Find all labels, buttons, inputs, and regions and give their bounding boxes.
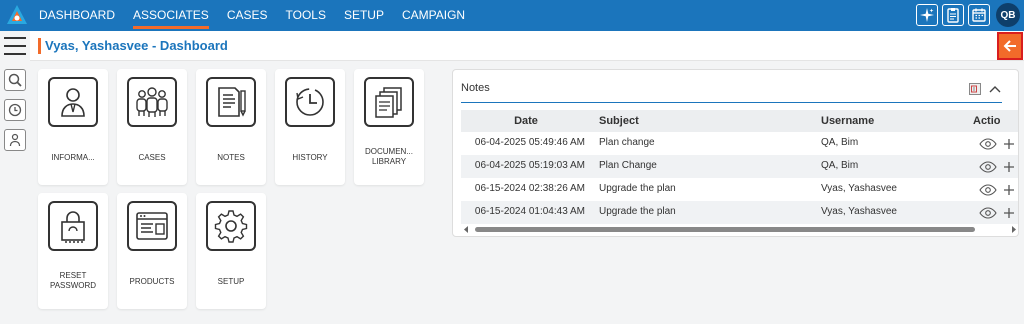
cell-actions: [965, 201, 1018, 224]
nav-dashboard[interactable]: DASHBOARD: [30, 0, 124, 31]
tile-label: HISTORY: [292, 153, 328, 162]
sparkle-icon[interactable]: [916, 4, 938, 26]
column-date[interactable]: Date: [461, 110, 591, 132]
view-eye-icon[interactable]: [979, 183, 997, 196]
notes-toolbar: [968, 82, 1002, 96]
left-sidebar: [0, 31, 30, 324]
arrow-left-icon: [1003, 40, 1016, 52]
nav-tools[interactable]: TOOLS: [277, 0, 335, 31]
nav-associates[interactable]: ASSOCIATES: [124, 0, 218, 31]
cell-username: QA, Bim: [821, 137, 859, 148]
nav-campaign[interactable]: CAMPAIGN: [393, 0, 474, 31]
notes-panel: Notes Date Subject Username Actio 06-04-…: [452, 69, 1019, 237]
tile-information[interactable]: INFORMA...: [38, 69, 108, 185]
add-plus-icon[interactable]: [1003, 161, 1015, 173]
tile-label: DOCUMEN... LIBRARY: [365, 147, 413, 166]
nav-setup[interactable]: SETUP: [335, 0, 393, 31]
scroll-right-arrow-icon[interactable]: [1011, 226, 1017, 233]
person-info-icon: [48, 77, 98, 127]
cell-subject: Plan Change: [599, 160, 657, 171]
cell-username: Vyas, Yashasvee: [821, 206, 897, 217]
cell-actions: [965, 178, 1018, 201]
tile-label: CASES: [138, 153, 166, 162]
table-row: 06-15-2024 01:04:43 AM Upgrade the plan …: [461, 201, 1018, 224]
cell-username: Vyas, Yashasvee: [821, 183, 897, 194]
notes-table: Date Subject Username Actio 06-04-2025 0…: [461, 110, 1018, 224]
table-header: Date Subject Username Actio: [461, 110, 1018, 132]
horizontal-scrollbar[interactable]: [461, 225, 1018, 233]
hamburger-menu-icon[interactable]: [4, 37, 26, 55]
cell-date: 06-15-2024 01:04:43 AM: [474, 206, 585, 217]
column-username[interactable]: Username: [817, 110, 965, 132]
history-icon[interactable]: [4, 99, 26, 121]
lock-icon: [48, 201, 98, 251]
notes-divider: [461, 102, 1002, 103]
notes-icon: [206, 77, 256, 127]
scrollbar-thumb[interactable]: [475, 227, 975, 232]
cell-subject: Upgrade the plan: [599, 206, 676, 217]
add-plus-icon[interactable]: [1003, 184, 1015, 196]
cell-username: QA, Bim: [821, 160, 859, 171]
notes-title: Notes: [461, 82, 490, 94]
view-eye-icon[interactable]: [979, 160, 997, 173]
scroll-left-arrow-icon[interactable]: [463, 226, 469, 233]
documents-icon: [364, 77, 414, 127]
calendar-icon[interactable]: [968, 4, 990, 26]
page-header: Vyas, Yashasvee - Dashboard: [30, 31, 1024, 61]
add-plus-icon[interactable]: [1003, 207, 1015, 219]
group-icon: [127, 77, 177, 127]
main-nav: DASHBOARD ASSOCIATES CASES TOOLS SETUP C…: [30, 0, 474, 31]
tile-label: INFORMA...: [51, 153, 95, 162]
table-row: 06-04-2025 05:49:46 AM Plan change QA, B…: [461, 132, 1018, 155]
cell-date: 06-04-2025 05:19:03 AM: [474, 160, 585, 171]
cell-subject: Plan change: [599, 137, 655, 148]
tile-cases[interactable]: CASES: [117, 69, 187, 185]
clock-icon: [285, 77, 335, 127]
column-actions: Actio: [973, 115, 1001, 127]
top-right-tools: QB: [916, 3, 1020, 27]
view-eye-icon[interactable]: [979, 206, 997, 219]
gear-icon: [206, 201, 256, 251]
tile-document-library[interactable]: DOCUMEN... LIBRARY: [354, 69, 424, 185]
cell-date: 06-15-2024 02:38:26 AM: [474, 183, 585, 194]
cell-subject: Upgrade the plan: [599, 183, 676, 194]
column-subject[interactable]: Subject: [591, 110, 817, 132]
title-accent-bar: [38, 38, 41, 54]
tile-products[interactable]: PRODUCTS: [117, 193, 187, 309]
collapse-chevron-icon[interactable]: [988, 82, 1002, 96]
tile-setup[interactable]: SETUP: [196, 193, 266, 309]
table-row: 06-15-2024 02:38:26 AM Upgrade the plan …: [461, 178, 1018, 201]
cell-date: 06-04-2025 05:49:46 AM: [474, 137, 585, 148]
tile-notes[interactable]: NOTES: [196, 69, 266, 185]
back-button[interactable]: [997, 32, 1023, 60]
top-navigation-bar: DASHBOARD ASSOCIATES CASES TOOLS SETUP C…: [0, 0, 1024, 31]
products-icon: [127, 201, 177, 251]
cell-actions: [965, 132, 1018, 155]
tile-label: SETUP: [217, 277, 245, 286]
clipboard-icon[interactable]: [942, 4, 964, 26]
tile-label: RESET PASSWORD: [49, 271, 97, 290]
user-avatar[interactable]: QB: [996, 3, 1020, 27]
tile-history[interactable]: HISTORY: [275, 69, 345, 185]
view-eye-icon[interactable]: [979, 137, 997, 150]
table-row: 06-04-2025 05:19:03 AM Plan Change QA, B…: [461, 155, 1018, 178]
tile-label: NOTES: [217, 153, 245, 162]
cell-actions: [965, 155, 1018, 178]
page-title: Vyas, Yashasvee - Dashboard: [45, 38, 228, 53]
search-icon[interactable]: [4, 69, 26, 91]
export-icon[interactable]: [968, 82, 982, 96]
tile-reset-password[interactable]: RESET PASSWORD: [38, 193, 108, 309]
nav-cases[interactable]: CASES: [218, 0, 277, 31]
tile-label: PRODUCTS: [129, 277, 175, 286]
add-plus-icon[interactable]: [1003, 138, 1015, 150]
app-logo-icon[interactable]: [6, 4, 28, 26]
associates-icon[interactable]: [4, 129, 26, 151]
